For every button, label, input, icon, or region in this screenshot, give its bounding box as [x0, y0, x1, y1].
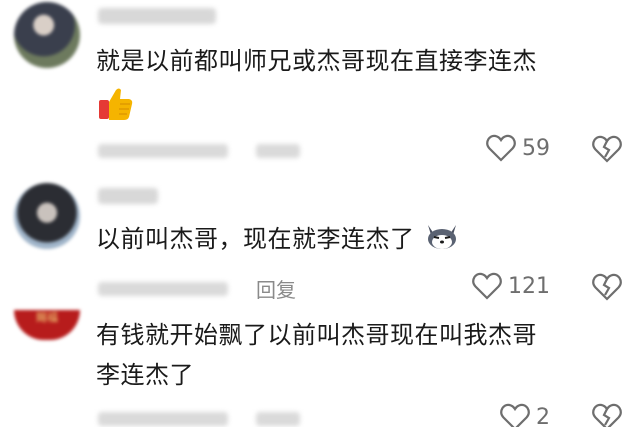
comment-item: 賜福 有钱就开始飘了以前叫杰哥现在叫我杰哥 李连杰了 2 [0, 0, 640, 427]
broken-heart-icon[interactable] [592, 403, 622, 427]
comment-text-line: 李连杰了 [96, 361, 194, 389]
timestamp-location-blurred [98, 412, 228, 426]
avatar-text: 賜福 [36, 311, 58, 324]
comment-text-line: 有钱就开始飘了以前叫杰哥现在叫我杰哥 [96, 321, 537, 349]
reply-blurred [256, 412, 300, 426]
like-button[interactable]: 2 [500, 403, 550, 427]
comment-feed: 就是以前都叫师兄或杰哥现在直接李连杰 59 以前叫杰哥，现在就李连杰了 回复 1… [0, 0, 640, 427]
avatar[interactable]: 賜福 [14, 310, 80, 340]
heart-outline-icon [500, 403, 530, 427]
like-count: 2 [536, 404, 550, 427]
